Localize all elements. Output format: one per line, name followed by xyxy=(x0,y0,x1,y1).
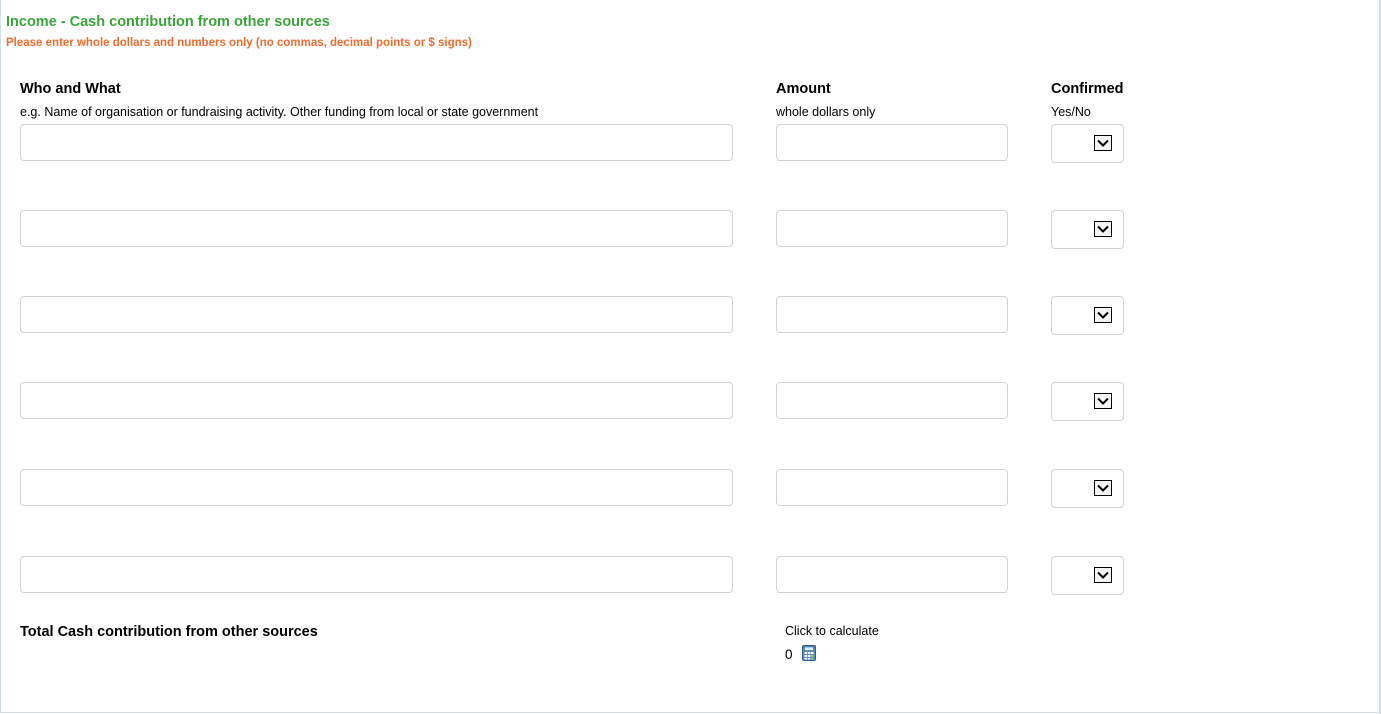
who-and-what-input[interactable] xyxy=(20,469,733,506)
total-value: 0 xyxy=(785,647,793,662)
chevron-down-icon[interactable] xyxy=(1094,221,1112,237)
section-instructions: Please enter whole dollars and numbers o… xyxy=(6,37,472,49)
who-and-what-input[interactable] xyxy=(20,382,733,419)
confirmed-select[interactable] xyxy=(1051,556,1124,595)
confirmed-select[interactable] xyxy=(1051,382,1124,421)
who-and-what-input[interactable] xyxy=(20,556,733,593)
confirmed-column-heading: Confirmed xyxy=(1051,81,1124,97)
amount-input[interactable] xyxy=(776,469,1008,506)
calculator-icon[interactable] xyxy=(802,645,816,661)
confirmed-select[interactable] xyxy=(1051,210,1124,249)
amount-input[interactable] xyxy=(776,296,1008,333)
confirmed-select[interactable] xyxy=(1051,296,1124,335)
amount-column-heading: Amount xyxy=(776,81,831,97)
amount-input[interactable] xyxy=(776,382,1008,419)
confirmed-select[interactable] xyxy=(1051,124,1124,163)
who-column-hint: e.g. Name of organisation or fundraising… xyxy=(20,105,539,119)
amount-column-hint: whole dollars only xyxy=(776,105,876,119)
chevron-down-icon[interactable] xyxy=(1094,307,1112,323)
chevron-down-icon[interactable] xyxy=(1094,480,1112,496)
who-and-what-input[interactable] xyxy=(20,210,733,247)
who-and-what-input[interactable] xyxy=(20,124,733,161)
section-title: Income - Cash contribution from other so… xyxy=(6,14,330,30)
confirmed-column-hint: Yes/No xyxy=(1051,105,1091,119)
who-column-heading: Who and What xyxy=(20,81,121,97)
click-to-calculate-label: Click to calculate xyxy=(785,624,879,638)
amount-input[interactable] xyxy=(776,210,1008,247)
chevron-down-icon[interactable] xyxy=(1094,567,1112,583)
confirmed-select[interactable] xyxy=(1051,469,1124,508)
who-and-what-input[interactable] xyxy=(20,296,733,333)
chevron-down-icon[interactable] xyxy=(1094,393,1112,409)
amount-input[interactable] xyxy=(776,556,1008,593)
amount-input[interactable] xyxy=(776,124,1008,161)
total-label: Total Cash contribution from other sourc… xyxy=(20,624,318,640)
chevron-down-icon[interactable] xyxy=(1094,135,1112,151)
